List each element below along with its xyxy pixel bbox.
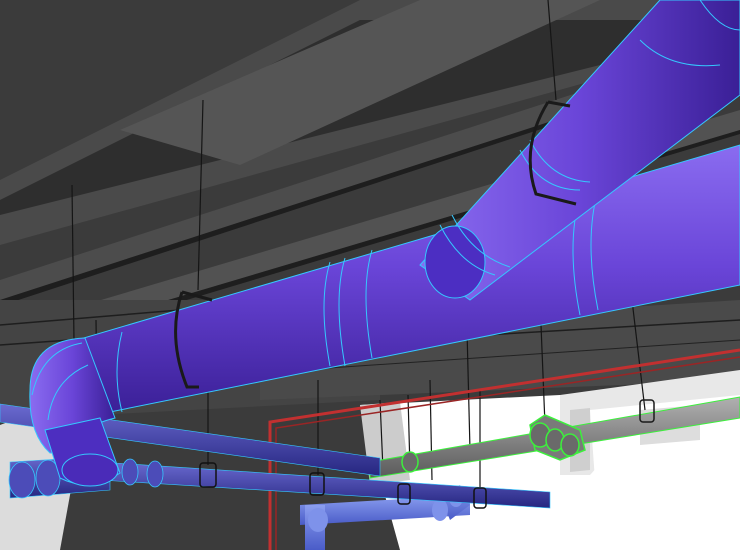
ceiling-mep-scene [0, 0, 740, 550]
bim-3d-viewport[interactable] [0, 0, 740, 550]
